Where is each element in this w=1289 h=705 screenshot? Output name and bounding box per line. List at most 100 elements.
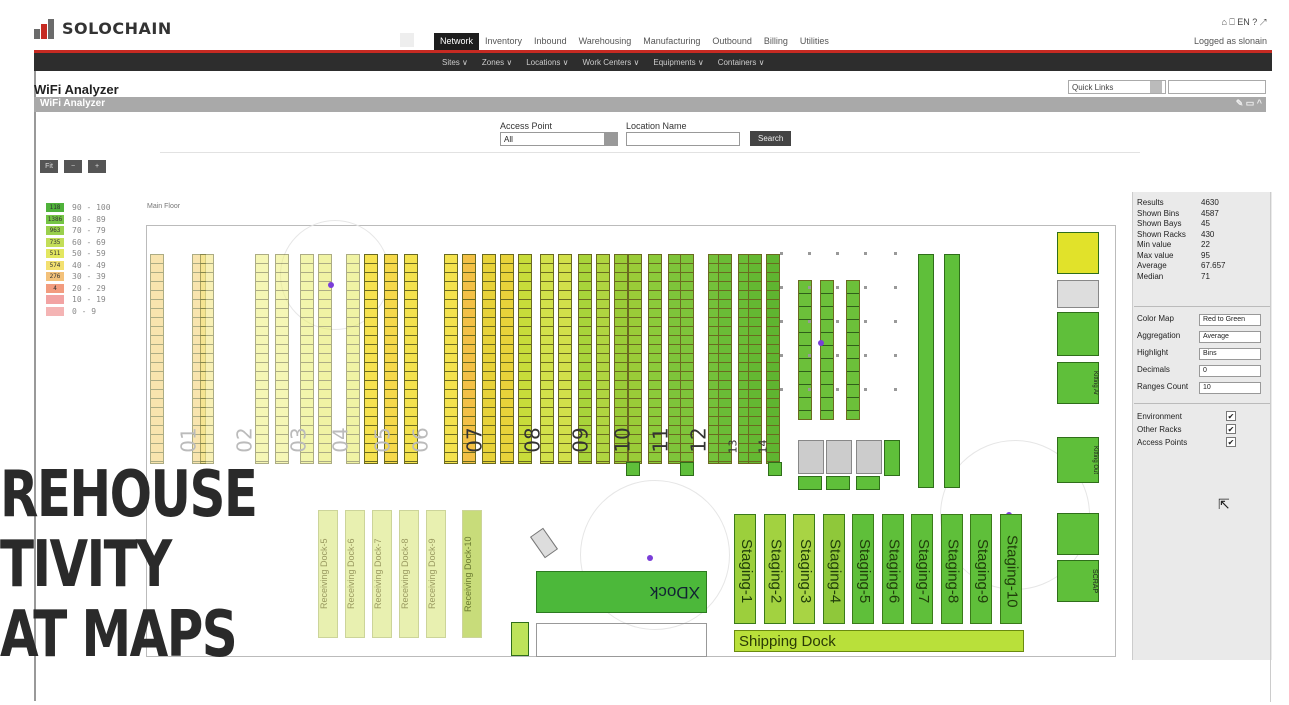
staging-lane[interactable]: Staging-5 (852, 514, 874, 624)
option-label: Ranges Count (1137, 382, 1189, 391)
chevron-down-icon[interactable] (604, 133, 617, 145)
rack[interactable] (255, 254, 269, 464)
pillar-dot (780, 252, 783, 255)
rack[interactable] (766, 254, 780, 464)
scrap-zone[interactable]: SCRAP (1057, 560, 1099, 602)
sub-nav-item[interactable]: Work Centers ∨ (583, 53, 654, 71)
small-box[interactable] (884, 440, 900, 476)
staging-lane[interactable]: Staging-8 (940, 514, 963, 624)
kitting-area[interactable]: Kitting Ar (1057, 362, 1099, 404)
sub-nav-item[interactable]: Sites ∨ (442, 53, 482, 71)
zone-box[interactable] (1057, 232, 1099, 274)
quick-links-input[interactable] (1168, 80, 1266, 94)
sub-nav-item[interactable]: Equipments ∨ (653, 53, 717, 71)
search-button[interactable]: Search (750, 131, 792, 146)
panel-divider (1134, 306, 1270, 307)
access-point-icon[interactable] (647, 555, 653, 561)
staging-lane[interactable]: Staging-3 (793, 514, 815, 624)
rack[interactable] (200, 254, 214, 464)
pillar-dot (780, 320, 783, 323)
sub-nav-item[interactable]: Containers ∨ (718, 53, 779, 71)
rack[interactable] (826, 440, 852, 474)
rack[interactable] (856, 440, 882, 474)
rack[interactable] (846, 280, 860, 420)
staging-lane[interactable]: Staging-1 (734, 514, 756, 624)
sub-nav-item[interactable]: Locations ∨ (526, 53, 582, 71)
receiving-dock[interactable]: Receiving Dock-10 (462, 510, 482, 638)
small-box[interactable] (626, 462, 640, 476)
staging-lane[interactable]: Staging-7 (911, 514, 933, 624)
option-select[interactable]: 10 (1199, 382, 1261, 394)
receiving-dock[interactable]: Receiving Dock-6 (345, 510, 365, 638)
zoom-fit-button[interactable]: Fit (40, 160, 58, 173)
small-box[interactable] (680, 462, 694, 476)
rack[interactable] (596, 254, 610, 464)
solochain-logo[interactable]: SOLOCHAIN (34, 17, 172, 39)
main-nav-item[interactable]: Outbound (706, 33, 758, 50)
small-box[interactable] (856, 476, 880, 490)
main-nav-item[interactable]: Inventory (479, 33, 528, 50)
zoom-out-button[interactable]: − (64, 160, 82, 173)
main-nav-item[interactable]: Warehousing (573, 33, 638, 50)
option-select[interactable]: Bins (1199, 348, 1261, 360)
zone-box[interactable] (1057, 513, 1099, 555)
sub-nav-item[interactable]: Zones ∨ (482, 53, 526, 71)
zoom-in-button[interactable]: + (88, 160, 106, 173)
staging-lane[interactable]: Staging-6 (881, 514, 904, 624)
panel-controls-icon[interactable]: ✎ ▭ ^ (1236, 98, 1262, 109)
main-nav-item[interactable]: Manufacturing (637, 33, 706, 50)
wide-zone[interactable] (918, 254, 934, 488)
receiving-dock[interactable]: Receiving Dock-8 (399, 510, 419, 638)
top-right-icons[interactable]: ⌂ ⎕ EN ? ↗ (1221, 17, 1267, 28)
main-nav-item[interactable]: Utilities (794, 33, 835, 50)
nav-home-icon[interactable] (400, 33, 414, 47)
pillar-dot (864, 252, 867, 255)
option-select[interactable]: Red to Green (1199, 314, 1261, 326)
zone-box[interactable] (1057, 312, 1099, 356)
small-box[interactable] (826, 476, 850, 490)
wide-zone[interactable] (944, 254, 960, 488)
logged-user[interactable]: Logged as slonain (1194, 36, 1267, 46)
xdock-zone[interactable]: XDock (536, 571, 707, 613)
shipping-dock[interactable]: Shipping Dock (734, 630, 1024, 652)
rack[interactable] (444, 254, 458, 464)
legend-range: 60 - 69 (72, 237, 106, 247)
staging-lane[interactable]: Staging-9 (970, 514, 992, 624)
main-nav-item[interactable]: Inbound (528, 33, 573, 50)
rack[interactable] (500, 254, 514, 464)
rack[interactable] (798, 440, 824, 474)
option-select[interactable]: 0 (1199, 365, 1261, 377)
checkbox[interactable]: ✔ (1226, 411, 1236, 421)
receiving-dock[interactable]: Receiving Dock-7 (372, 510, 392, 638)
staging-lane[interactable]: Staging-4 (822, 514, 845, 624)
access-point-icon[interactable] (818, 340, 824, 346)
staging-lane[interactable]: Staging-10 (999, 514, 1022, 624)
rack[interactable] (748, 254, 762, 464)
checkbox[interactable]: ✔ (1226, 424, 1236, 434)
side-box[interactable] (511, 622, 529, 656)
main-nav-item[interactable]: Network (434, 33, 480, 50)
small-box[interactable] (768, 462, 782, 476)
staging-lane[interactable]: Staging-2 (763, 514, 786, 624)
mouse-cursor-icon: ⇱ (1218, 496, 1230, 512)
rack[interactable] (820, 280, 834, 420)
small-box[interactable] (798, 476, 822, 490)
chevron-down-icon[interactable] (1150, 81, 1162, 93)
rack[interactable] (150, 254, 164, 464)
rack[interactable] (798, 280, 812, 420)
location-name-input[interactable] (626, 132, 740, 146)
access-point-icon[interactable] (328, 282, 334, 288)
receiving-dock[interactable]: Receiving Dock-5 (318, 510, 338, 638)
zone-box[interactable] (1057, 280, 1099, 308)
pillar-dot (864, 354, 867, 357)
receiving-dock[interactable]: Receiving Dock-9 (426, 510, 446, 638)
kitting-out[interactable]: Kitting Out (1057, 437, 1099, 483)
option-select[interactable]: Average (1199, 331, 1261, 343)
rack[interactable] (718, 254, 732, 464)
pillar-dot (894, 354, 897, 357)
main-nav-item[interactable]: Billing (758, 33, 794, 50)
aisle-label: 01 (176, 427, 201, 453)
legend-swatch (46, 295, 64, 304)
access-point-select[interactable]: All (500, 132, 618, 146)
checkbox[interactable]: ✔ (1226, 437, 1236, 447)
